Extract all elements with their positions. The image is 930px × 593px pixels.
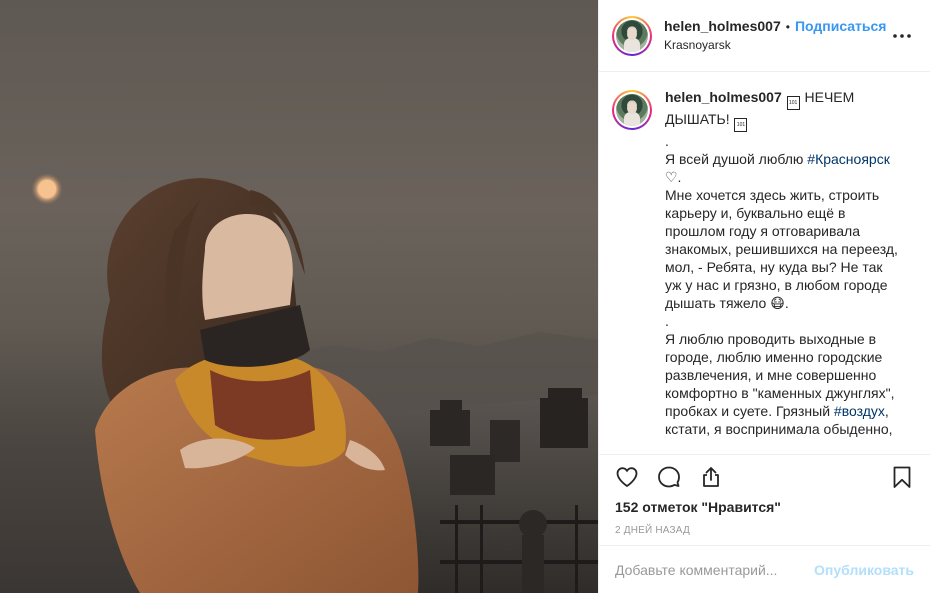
bookmark-icon [893,466,911,488]
comment-button[interactable] [657,461,689,493]
likes-count[interactable]: 152 отметок "Нравится" [615,499,914,515]
add-comment-form: Опубликовать [599,545,930,593]
caption-dot: . [665,313,669,329]
unknown-glyph-icon: 101 [786,96,800,110]
post-caption: helen_holmes007 101 НЕЧЕМ ДЫШАТЬ! 101 . … [665,88,900,454]
unknown-glyph-icon: 101 [734,118,748,132]
more-options-button[interactable] [890,24,914,48]
heart-icon [616,467,638,488]
follow-button[interactable]: Подписаться [795,18,887,35]
comment-icon [658,466,680,488]
username-link[interactable]: helen_holmes007 [664,18,781,35]
avatar-image [616,94,648,126]
avatar-border [614,92,650,128]
caption-love-text: Я всей душой люблю [665,151,808,167]
post-header: helen_holmes007 • Подписаться Krasnoyars… [599,0,930,72]
separator-dot: • [785,19,790,34]
location-link[interactable]: Krasnoyarsk [664,38,890,52]
caption-heart: ♡. [665,169,682,185]
post-sidebar: helen_holmes007 • Подписаться Krasnoyars… [598,0,930,593]
header-text: helen_holmes007 • Подписаться Krasnoyars… [664,18,890,52]
header-user-line: helen_holmes007 • Подписаться [664,18,890,35]
share-icon [703,467,719,487]
hashtag-link[interactable]: #воздух [834,403,885,419]
comment-input[interactable] [615,561,815,578]
comments-list[interactable]: helen_holmes007 101 НЕЧЕМ ДЫШАТЬ! 101 . … [599,72,930,454]
share-button[interactable] [699,461,731,493]
post-photo[interactable] [0,0,598,593]
action-icons [615,457,914,497]
avatar-border [614,17,650,54]
avatar[interactable] [612,15,652,56]
post-timestamp[interactable]: 2 дней назад [615,525,914,536]
caption-paragraph: Мне хочется здесь жить, строить карьеру … [665,187,898,311]
more-dots-icon [893,33,911,38]
hashtag-link[interactable]: #Красноярск [807,151,890,167]
save-button[interactable] [882,461,914,493]
caption-username[interactable]: helen_holmes007 [665,89,782,105]
instagram-post: helen_holmes007 • Подписаться Krasnoyars… [0,0,930,593]
post-actions: 152 отметок "Нравится" 2 дней назад [599,454,930,536]
caption-avatar[interactable] [612,90,652,130]
avatar-image [616,19,648,52]
caption-dot: . [665,133,669,149]
photo-illustration [31,173,598,593]
like-button[interactable] [615,461,647,493]
publish-button[interactable]: Опубликовать [814,562,914,578]
